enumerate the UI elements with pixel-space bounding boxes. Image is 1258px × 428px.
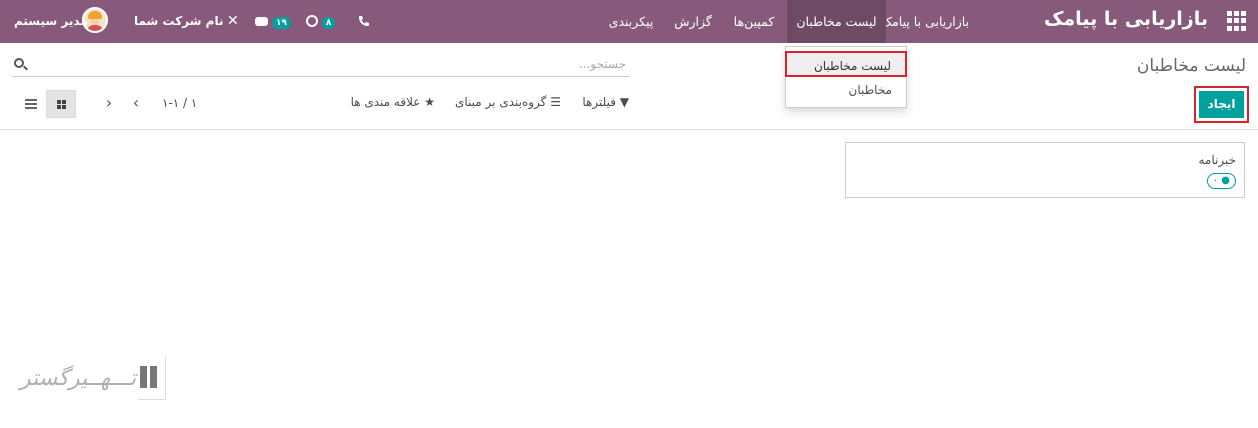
user-icon: ● (1221, 175, 1230, 186)
card-title: خبرنامه (1198, 153, 1236, 167)
dropdown-item-contacts[interactable]: مخاطبان (786, 77, 906, 103)
group-by-button[interactable]: ☰ گروه‌بندی بر مبنای (455, 95, 561, 113)
user-menu[interactable]: مدیر سیستم (14, 0, 88, 43)
control-panel-divider (0, 129, 1258, 130)
list-view-button[interactable] (16, 90, 46, 118)
chat-icon (255, 17, 268, 26)
bars-icon: ☰ (550, 95, 561, 109)
clock-icon (306, 15, 318, 27)
pager-next-icon[interactable]: › (101, 94, 117, 112)
contact-lists-dropdown: لیست مخاطبان مخاطبان (785, 46, 907, 108)
activities-button[interactable]: ۸ (306, 0, 336, 43)
filters-button[interactable]: ▼ فیلترها (582, 95, 629, 113)
filters-label: فیلترها (582, 95, 616, 109)
watermark-box (138, 358, 166, 400)
menu-reporting[interactable]: گزارش (673, 0, 713, 43)
company-switcher[interactable]: نام شرکت شما (134, 0, 223, 43)
pager-value[interactable]: ۱-۱ / ۱ (162, 96, 197, 110)
menu-campaigns[interactable]: کمپین‌ها (728, 0, 780, 43)
menu-sms-marketing[interactable]: بازاریابی با پیامک (877, 0, 973, 43)
kanban-view-button[interactable] (46, 90, 76, 118)
watermark-logo: تـــهــیرگستر (20, 358, 170, 404)
activities-badge: ۸ (321, 17, 336, 29)
apps-menu-icon[interactable] (1226, 11, 1246, 31)
watermark-text: تـــهــیرگستر (20, 366, 137, 391)
menu-configuration[interactable]: پیکربندی (600, 0, 662, 43)
messages-badge: ۱۹ (271, 17, 291, 29)
tools-icon[interactable]: ✕ (227, 0, 239, 43)
favorites-label: علاقه مندی ها (350, 95, 421, 109)
filter-icon: ▼ (619, 95, 629, 109)
grid-icon (57, 100, 66, 109)
search-input[interactable]: جستجو... (12, 53, 630, 77)
star-icon: ★ (424, 95, 435, 109)
pager-previous-icon[interactable]: ‹ (128, 94, 144, 112)
contact-count: ۰ (1212, 175, 1219, 186)
contact-count-badge[interactable]: ● ۰ (1206, 173, 1236, 189)
create-button[interactable]: ایجاد (1199, 91, 1244, 118)
messages-button[interactable]: ۱۹ (255, 0, 291, 43)
favorites-button[interactable]: ★ علاقه مندی ها (351, 95, 435, 113)
create-button-highlight: ایجاد (1194, 86, 1249, 123)
search-placeholder: جستجو... (578, 57, 626, 71)
menu-contact-lists[interactable]: لیست مخاطبان (787, 0, 886, 43)
kanban-card[interactable]: خبرنامه ● ۰ (845, 142, 1245, 198)
top-navbar: بازاریابی با پیامک بازاریابی با پیامک لی… (0, 0, 1258, 43)
group-by-label: گروه‌بندی بر مبنای (455, 95, 547, 109)
search-icon[interactable] (14, 58, 24, 68)
phone-icon[interactable] (356, 0, 370, 43)
page-title: لیست مخاطبان (1136, 56, 1246, 76)
dropdown-item-contact-lists[interactable]: لیست مخاطبان (785, 51, 907, 77)
app-brand: بازاریابی با پیامک (1043, 8, 1208, 30)
list-icon (25, 99, 37, 109)
